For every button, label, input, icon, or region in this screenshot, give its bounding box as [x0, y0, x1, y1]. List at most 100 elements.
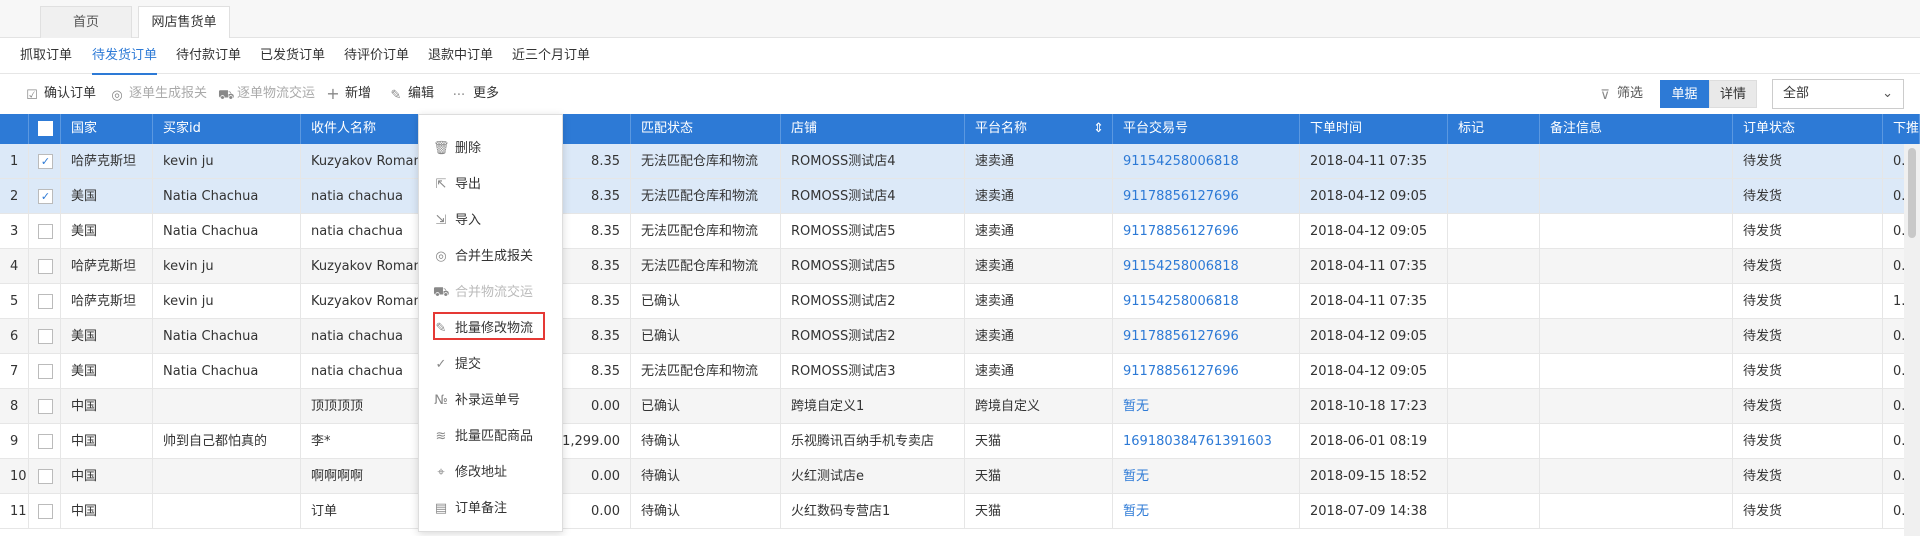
menu-item-import[interactable]: ⇲ 导入: [433, 210, 481, 232]
cell-trade-no[interactable]: 暂无: [1113, 494, 1300, 529]
send-logistics-button[interactable]: ⛟ 逐单物流交运: [218, 85, 315, 103]
select-all-checkbox[interactable]: [38, 121, 53, 136]
cell-no: 2: [0, 179, 29, 214]
table-row[interactable]: 9 中国 帅到自己都怕真的 李* 1,299.00 待确认 乐视腾讯百纳手机专卖店 天猫 169…: [0, 424, 1920, 459]
cell-platform: 天猫: [965, 424, 1113, 459]
header-order-status[interactable]: 订单状态: [1733, 114, 1883, 144]
scrollbar-thumb[interactable]: [1908, 148, 1916, 238]
header-push-total[interactable]: 下推总: [1883, 114, 1920, 144]
header-order-time[interactable]: 下单时间: [1300, 114, 1448, 144]
subtab-fetch[interactable]: 抓取订单: [20, 38, 72, 74]
gen-customs-button[interactable]: ◎ 逐单生成报关: [110, 85, 207, 103]
menu-item-customs[interactable]: ◎ 合并生成报关: [433, 246, 533, 268]
cell-trade-no[interactable]: 91154258006818: [1113, 249, 1300, 284]
table-row[interactable]: 7 美国 Natia Chachua natia chachua 8.35 无法匹配仓库和…: [0, 354, 1920, 389]
cell-country: 哈萨克斯坦: [61, 144, 153, 179]
cell-platform: 天猫: [965, 494, 1113, 529]
header-note[interactable]: 备注信息: [1540, 114, 1733, 144]
header-country[interactable]: 国家: [61, 114, 153, 144]
subtab-pending-ship[interactable]: 待发货订单: [92, 38, 158, 75]
row-checkbox[interactable]: [38, 364, 53, 379]
row-checkbox[interactable]: ✓: [38, 189, 53, 204]
cell-trade-no[interactable]: 暂无: [1113, 459, 1300, 494]
cell-trade-no[interactable]: 91178856127696: [1113, 319, 1300, 354]
cell-trade-no[interactable]: 91178856127696: [1113, 214, 1300, 249]
status-select[interactable]: 全部 ⌄: [1772, 79, 1904, 109]
table-row[interactable]: 4 哈萨克斯坦 kevin ju Kuzyakov Roman 8.35 无法匹配仓库和物…: [0, 249, 1920, 284]
table-row[interactable]: 11 中国 订单 0.00 待确认 火红数码专营店1 天猫 暂无 2018-07-09 14:3…: [0, 494, 1920, 529]
subtab-shipped[interactable]: 已发货订单: [260, 38, 325, 74]
table-row[interactable]: 8 中国 顶顶顶顶 0.00 已确认 跨境自定义1 跨境自定义 暂无 2018-10-18 17…: [0, 389, 1920, 424]
table-row[interactable]: 3 美国 Natia Chachua natia chachua 8.35 无法匹配仓库和…: [0, 214, 1920, 249]
cell-note: [1540, 284, 1733, 319]
cell-status: 待发货: [1733, 249, 1883, 284]
menu-item-export[interactable]: ⇱ 导出: [433, 174, 481, 196]
menu-item-number[interactable]: № 补录运单号: [433, 390, 520, 412]
table-row[interactable]: 10 中国 啊啊啊啊 0.00 待确认 火红测试店e 天猫 暂无 2018-09-15 18:5…: [0, 459, 1920, 494]
row-checkbox[interactable]: [38, 399, 53, 414]
cell-match: 无法匹配仓库和物流: [631, 179, 781, 214]
confirm-order-button[interactable]: ☑ 确认订单: [25, 85, 96, 103]
row-checkbox[interactable]: [38, 329, 53, 344]
subtab-three-months[interactable]: 近三个月订单: [512, 38, 590, 74]
cell-platform: 速卖通: [965, 319, 1113, 354]
header-buyer-id[interactable]: 买家id: [153, 114, 301, 144]
row-checkbox[interactable]: [38, 259, 53, 274]
cell-country: 中国: [61, 494, 153, 529]
header-platform[interactable]: 平台名称 ⇕: [965, 114, 1113, 144]
edit-button[interactable]: ✎ 编辑: [389, 85, 434, 103]
table-row[interactable]: 1 ✓ 哈萨克斯坦 kevin ju Kuzyakov Roman 8.35 无法匹配仓库和…: [0, 144, 1920, 179]
row-checkbox[interactable]: [38, 224, 53, 239]
header-trade-no[interactable]: 平台交易号: [1113, 114, 1300, 144]
subtab-pending-review[interactable]: 待评价订单: [344, 38, 409, 74]
cell-trade-no[interactable]: 暂无: [1113, 389, 1300, 424]
tab-online-sales[interactable]: 网店售货单: [138, 6, 230, 39]
cell-trade-no[interactable]: 91178856127696: [1113, 354, 1300, 389]
view-detail-button[interactable]: 详情: [1709, 80, 1757, 108]
cell-trade-no[interactable]: 169180384761391603: [1113, 424, 1300, 459]
cell-trade-no[interactable]: 91178856127696: [1113, 179, 1300, 214]
vertical-scrollbar[interactable]: [1904, 144, 1920, 536]
header-match-status[interactable]: 匹配状态: [631, 114, 781, 144]
header-mark[interactable]: 标记: [1448, 114, 1540, 144]
more-button[interactable]: ··· 更多: [450, 85, 499, 103]
customs-icon: ◎: [435, 249, 447, 264]
menu-item-match[interactable]: ≋ 批量匹配商品: [433, 426, 533, 448]
menu-item-check[interactable]: ✓ 提交: [433, 354, 481, 376]
cell-trade-no[interactable]: 91154258006818: [1113, 144, 1300, 179]
add-button[interactable]: + 新增: [326, 85, 371, 103]
cell-time: 2018-07-09 14:38: [1300, 494, 1448, 529]
customs-icon: ◎: [111, 88, 123, 103]
import-icon: ⇲: [435, 213, 447, 228]
row-checkbox[interactable]: [38, 469, 53, 484]
menu-item-truck[interactable]: ⛟ 合并物流交运: [433, 282, 533, 304]
row-select-cell: [29, 284, 61, 319]
row-checkbox[interactable]: ✓: [38, 154, 53, 169]
table-row[interactable]: 6 美国 Natia Chachua natia chachua 8.35 已确认 ROMO…: [0, 319, 1920, 354]
cell-trade-no[interactable]: 91154258006818: [1113, 284, 1300, 319]
cell-receiver: 订单: [301, 494, 421, 529]
checkbox-icon: ☑: [26, 88, 38, 103]
cell-country: 哈萨克斯坦: [61, 249, 153, 284]
cell-country: 中国: [61, 424, 153, 459]
cell-time: 2018-04-12 09:05: [1300, 354, 1448, 389]
cell-shop: ROMOSS测试店5: [781, 249, 965, 284]
header-shop[interactable]: 店铺: [781, 114, 965, 144]
filter-button[interactable]: ⊽ 筛选: [1598, 85, 1643, 103]
cell-match: 已确认: [631, 284, 781, 319]
menu-item-trash[interactable]: 🗑 删除: [433, 138, 481, 160]
cell-time: 2018-09-15 18:52: [1300, 459, 1448, 494]
view-single-button[interactable]: 单据: [1660, 80, 1709, 108]
subtab-pending-pay[interactable]: 待付款订单: [176, 38, 241, 74]
row-checkbox[interactable]: [38, 294, 53, 309]
table-row[interactable]: 2 ✓ 美国 Natia Chachua natia chachua 8.35 无法匹配仓库…: [0, 179, 1920, 214]
tab-home[interactable]: 首页: [40, 6, 132, 39]
cell-time: 2018-04-11 07:35: [1300, 249, 1448, 284]
header-receiver[interactable]: 收件人名称: [301, 114, 421, 144]
row-checkbox[interactable]: [38, 504, 53, 519]
menu-item-location[interactable]: ⌖ 修改地址: [433, 462, 507, 484]
table-row[interactable]: 5 哈萨克斯坦 kevin ju Kuzyakov Roman 8.35 已确认 ROMOS…: [0, 284, 1920, 319]
row-checkbox[interactable]: [38, 434, 53, 449]
subtab-refunding[interactable]: 退款中订单: [428, 38, 493, 74]
menu-item-note[interactable]: ▤ 订单备注: [433, 498, 507, 520]
